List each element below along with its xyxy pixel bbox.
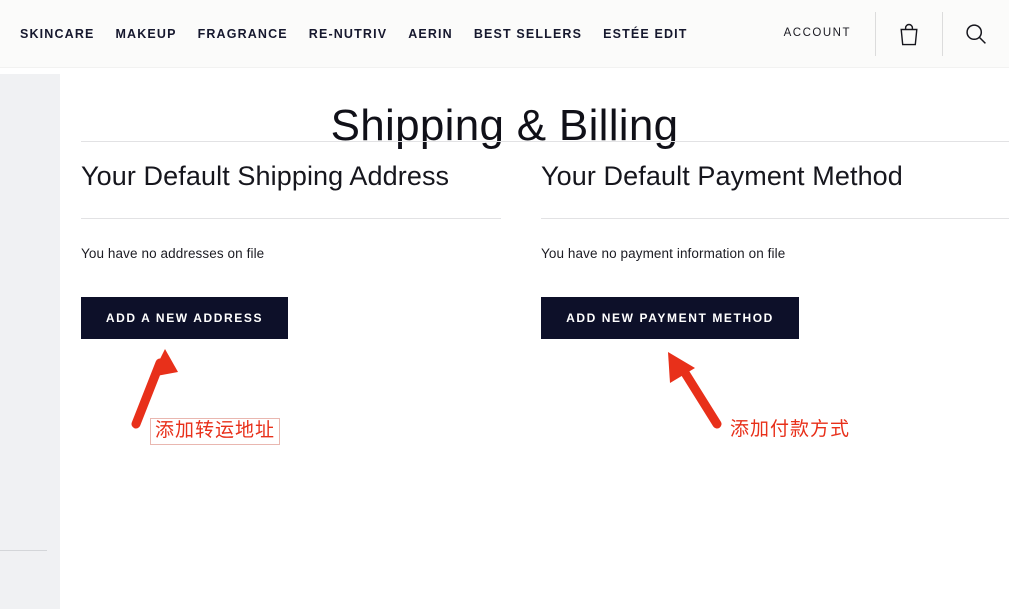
page-title: Shipping & Billing bbox=[330, 101, 679, 151]
nav-item-best-sellers[interactable]: BEST SELLERS bbox=[474, 28, 582, 41]
search-button[interactable] bbox=[943, 0, 1009, 68]
nav-item-re-nutriv[interactable]: RE-NUTRIV bbox=[309, 28, 387, 41]
payment-section-divider bbox=[541, 217, 1009, 219]
add-new-address-button[interactable]: ADD A NEW ADDRESS bbox=[81, 297, 288, 340]
shipping-section-divider bbox=[81, 217, 501, 219]
left-rail-divider bbox=[0, 550, 47, 551]
payment-annotation-label: 添加付款方式 bbox=[730, 418, 851, 440]
shipping-annotation-label: 添加转运地址 bbox=[150, 418, 281, 445]
account-link[interactable]: ACCOUNT bbox=[784, 28, 875, 40]
page-title-divider bbox=[81, 141, 1009, 142]
shipping-section: Your Default Shipping Address You have n… bbox=[81, 160, 501, 340]
payment-empty-text: You have no payment information on file bbox=[541, 245, 786, 261]
payment-section: Your Default Payment Method You have no … bbox=[541, 160, 1009, 340]
header-utilities: ACCOUNT bbox=[784, 0, 1009, 68]
nav-item-aerin[interactable]: AERIN bbox=[408, 28, 453, 41]
search-icon bbox=[964, 22, 988, 46]
payment-arrow-icon bbox=[668, 352, 722, 429]
site-header: SKINCARE MAKEUP FRAGRANCE RE-NUTRIV AERI… bbox=[0, 0, 1009, 68]
left-gutter-rail bbox=[0, 74, 60, 609]
shipping-arrow-icon bbox=[131, 349, 178, 429]
nav-item-estee-edit[interactable]: ESTÉE EDIT bbox=[603, 28, 687, 41]
shipping-empty-text: You have no addresses on file bbox=[81, 245, 265, 261]
nav-item-fragrance[interactable]: FRAGRANCE bbox=[198, 28, 288, 41]
payment-section-heading: Your Default Payment Method bbox=[541, 161, 903, 191]
shopping-bag-icon bbox=[898, 22, 920, 46]
nav-item-skincare[interactable]: SKINCARE bbox=[20, 28, 94, 41]
shopping-bag-button[interactable] bbox=[876, 0, 942, 68]
add-new-payment-method-button[interactable]: ADD NEW PAYMENT METHOD bbox=[541, 297, 799, 340]
shipping-section-heading: Your Default Shipping Address bbox=[81, 161, 450, 191]
page-root: SKINCARE MAKEUP FRAGRANCE RE-NUTRIV AERI… bbox=[0, 0, 1009, 609]
primary-navigation: SKINCARE MAKEUP FRAGRANCE RE-NUTRIV AERI… bbox=[20, 0, 688, 68]
nav-item-makeup[interactable]: MAKEUP bbox=[115, 28, 176, 41]
